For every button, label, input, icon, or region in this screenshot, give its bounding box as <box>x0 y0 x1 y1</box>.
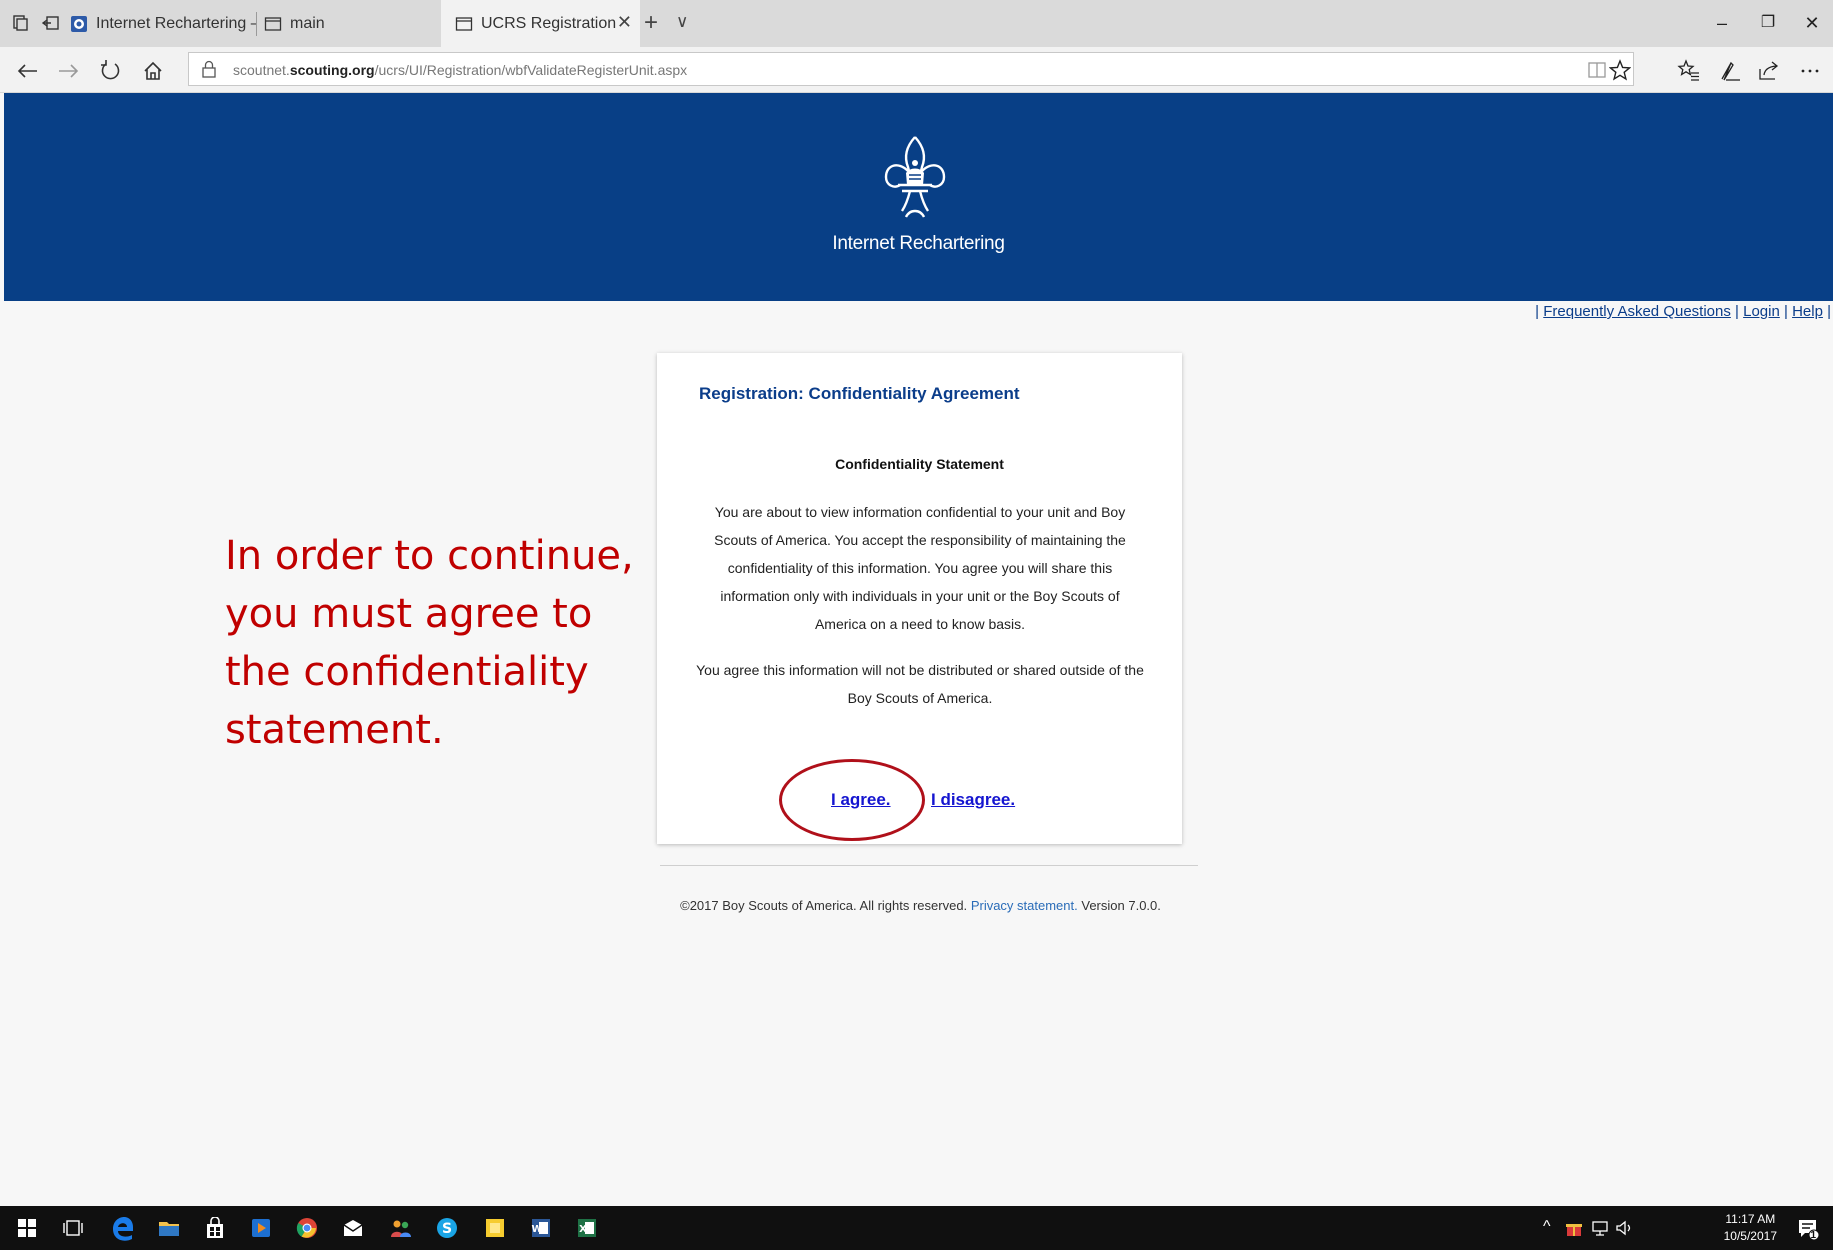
statement-paragraph-1: You are about to view information confid… <box>714 504 1126 632</box>
card-heading: Registration: Confidentiality Agreement <box>699 384 1020 403</box>
windows-start-icon[interactable] <box>18 1219 36 1237</box>
volume-icon[interactable] <box>1615 1219 1635 1237</box>
svg-text:X: X <box>579 1224 587 1235</box>
tab-label: UCRS Registration <box>481 14 617 32</box>
top-links: | Frequently Asked Questions | Login | H… <box>1535 303 1831 320</box>
svg-text:W: W <box>531 1224 542 1235</box>
tab-internet-rechartering[interactable]: Internet Rechartering – Grea <box>70 0 257 47</box>
version-text: Version 7.0.0. <box>1081 898 1161 913</box>
link-separator: | <box>1783 303 1788 320</box>
footer: ©2017 Boy Scouts of America. All rights … <box>0 898 1833 913</box>
forward-arrow-icon[interactable] <box>54 56 84 86</box>
tab-main[interactable]: main <box>264 0 434 47</box>
address-bar[interactable]: scoutnet.scouting.org/ucrs/UI/Registrati… <box>188 52 1634 86</box>
notification-count: 1 <box>1810 1230 1816 1241</box>
login-link[interactable]: Login <box>1743 303 1780 320</box>
close-tab-icon[interactable]: ✕ <box>617 12 632 33</box>
url-path: /ucrs/UI/Registration/wbfValidateRegiste… <box>374 62 688 78</box>
network-icon[interactable] <box>1591 1219 1609 1237</box>
sticky-notes-icon[interactable] <box>484 1217 506 1239</box>
browser-nav-bar: scoutnet.scouting.org/ucrs/UI/Registrati… <box>0 47 1833 93</box>
word-icon[interactable]: W <box>530 1217 552 1239</box>
excel-icon[interactable]: X <box>576 1217 598 1239</box>
link-separator: | <box>1827 303 1831 320</box>
site-header: Internet Rechartering <box>4 93 1833 301</box>
tab-separator <box>256 12 257 36</box>
url-domain: scouting.org <box>289 62 375 78</box>
tab-actions-icon[interactable] <box>12 14 30 32</box>
favorite-star-icon[interactable] <box>1609 59 1631 81</box>
reading-view-icon[interactable] <box>1587 60 1607 80</box>
tab-label: main <box>290 14 325 32</box>
action-center-icon[interactable] <box>1796 1217 1820 1241</box>
disagree-link[interactable]: I disagree. <box>931 790 1015 810</box>
link-separator: | <box>1735 303 1739 320</box>
statement-heading: Confidentiality Statement <box>835 456 1004 472</box>
file-explorer-icon[interactable] <box>158 1217 180 1239</box>
back-arrow-icon[interactable] <box>12 56 42 86</box>
url-text: scoutnet.scouting.org/ucrs/UI/Registrati… <box>233 62 687 78</box>
fleur-de-lis-logo-icon <box>884 136 946 218</box>
clock-date: 10/5/2017 <box>1723 1229 1777 1243</box>
show-hidden-icons-chevron-icon[interactable]: ^ <box>1543 1218 1551 1236</box>
site-title: Internet Rechartering <box>832 233 1005 254</box>
clock[interactable]: 11:17 AM 10/5/2017 <box>1724 1211 1777 1245</box>
footer-divider <box>660 865 1198 866</box>
refresh-icon[interactable] <box>96 56 126 86</box>
media-player-icon[interactable] <box>250 1217 272 1239</box>
mail-icon[interactable] <box>342 1217 364 1239</box>
web-notes-pen-icon[interactable] <box>1718 59 1742 83</box>
privacy-statement-link[interactable]: Privacy statement. <box>971 898 1078 913</box>
agree-link[interactable]: I agree. <box>831 790 891 810</box>
statement-paragraph-2: You agree this information will not be d… <box>696 662 1144 706</box>
favicon-icon <box>71 15 87 32</box>
clock-time: 11:17 AM <box>1725 1212 1776 1226</box>
tab-list-chevron-icon[interactable]: ∨ <box>676 12 688 32</box>
favorites-hub-icon[interactable] <box>1677 59 1701 83</box>
chrome-icon[interactable] <box>296 1217 318 1239</box>
lock-icon <box>202 60 216 78</box>
gift-notification-icon[interactable] <box>1565 1219 1583 1237</box>
annotation-callout: In order to continue, you must agree to … <box>225 533 634 753</box>
people-icon[interactable] <box>390 1217 412 1239</box>
copyright-text: ©2017 Boy Scouts of America. All rights … <box>680 898 968 913</box>
confidentiality-card: Registration: Confidentiality Agreement … <box>657 353 1182 844</box>
system-tray: ^ <box>1543 1210 1693 1246</box>
set-aside-tabs-icon[interactable] <box>42 14 60 32</box>
tab-label: Internet Rechartering – Grea <box>96 14 257 32</box>
more-options-icon[interactable] <box>1798 59 1822 83</box>
help-link[interactable]: Help <box>1792 303 1823 320</box>
restore-button[interactable]: ❐ <box>1748 8 1788 38</box>
page-icon <box>455 16 473 31</box>
svg-text:S: S <box>442 1221 452 1237</box>
new-tab-icon[interactable]: + <box>644 9 658 37</box>
close-window-button[interactable]: ✕ <box>1792 8 1832 38</box>
faq-link[interactable]: Frequently Asked Questions <box>1543 303 1731 320</box>
browser-tab-bar: Internet Rechartering – Grea main UCRS R… <box>0 0 1833 47</box>
home-icon[interactable] <box>138 56 168 86</box>
task-view-icon[interactable] <box>62 1217 84 1239</box>
page-icon <box>264 16 282 31</box>
tab-ucrs-registration[interactable]: UCRS Registration ✕ <box>441 0 640 47</box>
windows-taskbar: S W X ^ 11:17 AM 10/5/2017 1 <box>0 1206 1833 1250</box>
share-icon[interactable] <box>1757 59 1781 83</box>
url-prefix: scoutnet. <box>233 62 290 78</box>
edge-icon[interactable] <box>110 1215 136 1241</box>
skype-icon[interactable]: S <box>436 1217 458 1239</box>
store-icon[interactable] <box>204 1217 226 1239</box>
link-separator: | <box>1535 303 1540 320</box>
minimize-button[interactable]: – <box>1702 8 1742 38</box>
